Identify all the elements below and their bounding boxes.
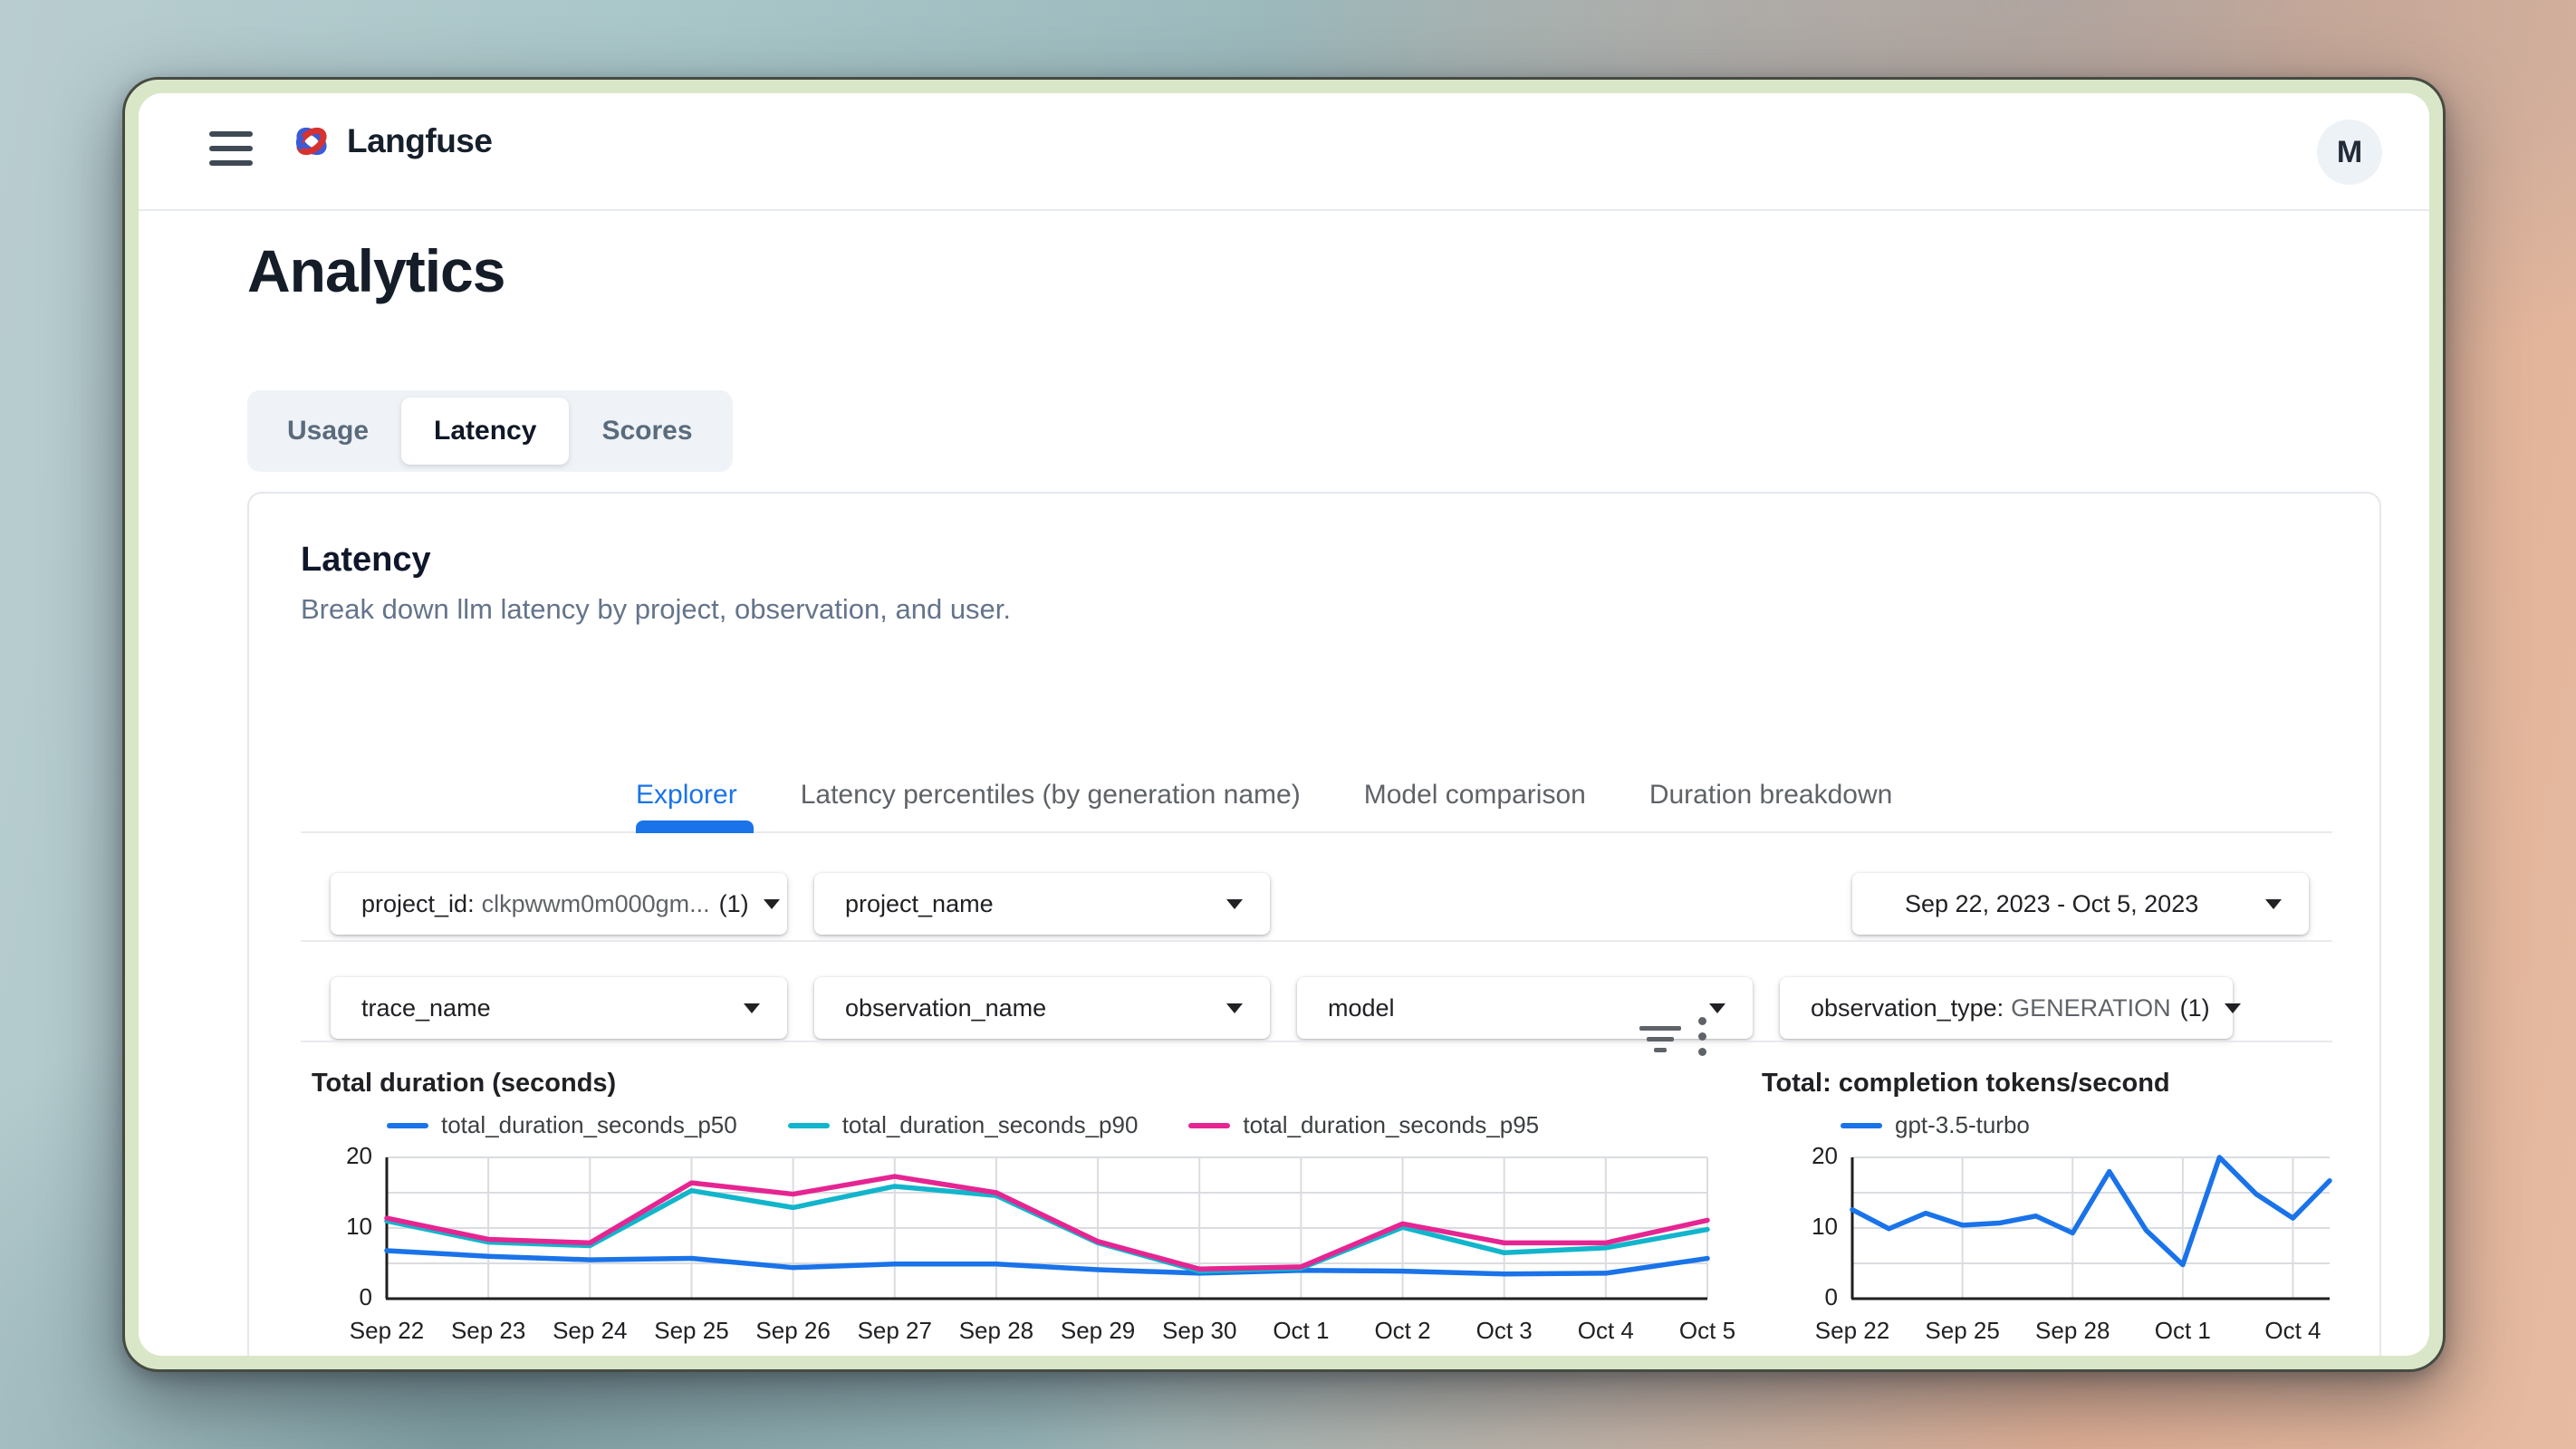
svg-text:Sep 22: Sep 22 bbox=[350, 1317, 424, 1344]
total-duration-chart: 01020Sep 22Sep 23Sep 24Sep 25Sep 26Sep 2… bbox=[387, 1157, 1707, 1299]
divider bbox=[301, 1041, 2332, 1042]
svg-text:20: 20 bbox=[346, 1142, 372, 1169]
legend-swatch bbox=[1841, 1123, 1882, 1128]
legend-item: total_duration_seconds_p90 bbox=[788, 1111, 1139, 1139]
subtab-explorer[interactable]: Explorer bbox=[636, 780, 737, 811]
svg-text:Oct 4: Oct 4 bbox=[2264, 1317, 2321, 1344]
legend-item: gpt-3.5-turbo bbox=[1841, 1111, 2030, 1139]
svg-text:Sep 23: Sep 23 bbox=[451, 1317, 525, 1344]
svg-text:Oct 1: Oct 1 bbox=[1273, 1317, 1329, 1344]
svg-text:Oct 4: Oct 4 bbox=[1578, 1317, 1634, 1344]
tab-latency[interactable]: Latency bbox=[401, 398, 569, 465]
filter-project-id[interactable]: project_id: clkpwwm0m000gm... (1) bbox=[331, 873, 787, 935]
tab-usage[interactable]: Usage bbox=[255, 398, 401, 465]
svg-text:Sep 25: Sep 25 bbox=[654, 1317, 728, 1344]
app-surface: Langfuse M Analytics Usage Latency Score… bbox=[139, 93, 2429, 1356]
card-description: Break down llm latency by project, obser… bbox=[301, 593, 1011, 626]
svg-text:Sep 29: Sep 29 bbox=[1061, 1317, 1135, 1344]
active-subtab-underline bbox=[636, 820, 754, 833]
svg-text:Sep 26: Sep 26 bbox=[755, 1317, 830, 1344]
chevron-down-icon bbox=[764, 899, 780, 909]
chart-subtabs: Explorer Latency percentiles (by generat… bbox=[636, 780, 1892, 811]
subtab-divider bbox=[301, 831, 2332, 833]
completion-tokens-chart: 01020Sep 22Sep 25Sep 28Oct 1Oct 4 bbox=[1852, 1157, 2330, 1299]
langfuse-knot-icon bbox=[291, 120, 332, 162]
chevron-down-icon bbox=[744, 1003, 760, 1013]
svg-text:Oct 5: Oct 5 bbox=[1679, 1317, 1735, 1344]
tab-scores[interactable]: Scores bbox=[569, 398, 725, 465]
user-avatar[interactable]: M bbox=[2317, 120, 2382, 185]
legend-total-duration: total_duration_seconds_p50 total_duration… bbox=[387, 1111, 1539, 1139]
app-name: Langfuse bbox=[347, 122, 492, 160]
app-logo: Langfuse bbox=[291, 120, 492, 162]
analytics-tabgroup: Usage Latency Scores bbox=[247, 390, 733, 472]
chevron-down-icon bbox=[1226, 899, 1243, 909]
filter-trace-name[interactable]: trace_name bbox=[331, 977, 787, 1039]
svg-text:Sep 24: Sep 24 bbox=[553, 1317, 627, 1344]
svg-text:10: 10 bbox=[1812, 1213, 1838, 1240]
svg-text:20: 20 bbox=[1812, 1142, 1838, 1169]
subtab-model-comparison[interactable]: Model comparison bbox=[1364, 780, 1586, 811]
filter-observation-name[interactable]: observation_name bbox=[814, 977, 1270, 1039]
latency-card: Latency Break down llm latency by projec… bbox=[247, 492, 2381, 1356]
svg-text:Sep 28: Sep 28 bbox=[2035, 1317, 2110, 1344]
chevron-down-icon bbox=[1709, 1003, 1725, 1013]
svg-text:Oct 1: Oct 1 bbox=[2155, 1317, 2211, 1344]
svg-text:Oct 2: Oct 2 bbox=[1374, 1317, 1430, 1344]
svg-text:Sep 28: Sep 28 bbox=[959, 1317, 1033, 1344]
legend-swatch bbox=[1188, 1123, 1230, 1128]
chart-title-total-duration: Total duration (seconds) bbox=[312, 1069, 616, 1099]
legend-completion-tokens: gpt-3.5-turbo bbox=[1841, 1111, 2030, 1139]
top-bar: Langfuse M bbox=[139, 93, 2429, 211]
filter-project-name[interactable]: project_name bbox=[814, 873, 1270, 935]
svg-text:Sep 30: Sep 30 bbox=[1162, 1317, 1236, 1344]
legend-swatch bbox=[387, 1123, 428, 1128]
filter-list-icon[interactable] bbox=[1639, 1026, 1681, 1059]
page-title: Analytics bbox=[247, 236, 505, 305]
card-title: Latency bbox=[301, 541, 431, 580]
subtab-duration-breakdown[interactable]: Duration breakdown bbox=[1649, 780, 1893, 811]
chevron-down-icon bbox=[2225, 1003, 2241, 1013]
svg-text:0: 0 bbox=[1825, 1283, 1838, 1310]
chevron-down-icon bbox=[1226, 1003, 1243, 1013]
divider bbox=[301, 940, 2332, 942]
svg-text:Sep 22: Sep 22 bbox=[1815, 1317, 1889, 1344]
hamburger-menu-icon[interactable] bbox=[209, 131, 253, 171]
svg-text:Oct 3: Oct 3 bbox=[1476, 1317, 1533, 1344]
filter-model[interactable]: model bbox=[1297, 977, 1753, 1039]
legend-swatch bbox=[788, 1123, 830, 1128]
kebab-menu-icon[interactable] bbox=[1698, 1017, 1707, 1063]
svg-text:0: 0 bbox=[360, 1283, 372, 1310]
chevron-down-icon bbox=[2265, 899, 2282, 909]
chart-title-completion-tokens: Total: completion tokens/second bbox=[1762, 1069, 2170, 1099]
legend-item: total_duration_seconds_p50 bbox=[387, 1111, 737, 1139]
svg-text:Sep 27: Sep 27 bbox=[858, 1317, 932, 1344]
app-window: Langfuse M Analytics Usage Latency Score… bbox=[122, 77, 2446, 1372]
svg-text:Sep 25: Sep 25 bbox=[1925, 1317, 1999, 1344]
date-range-picker[interactable]: Sep 22, 2023 - Oct 5, 2023 bbox=[1852, 873, 2309, 935]
svg-text:10: 10 bbox=[346, 1213, 372, 1240]
subtab-latency-percentiles[interactable]: Latency percentiles (by generation name) bbox=[801, 780, 1301, 811]
filter-observation-type[interactable]: observation_type: GENERATION (1) bbox=[1780, 977, 2233, 1039]
legend-item: total_duration_seconds_p95 bbox=[1188, 1111, 1539, 1139]
